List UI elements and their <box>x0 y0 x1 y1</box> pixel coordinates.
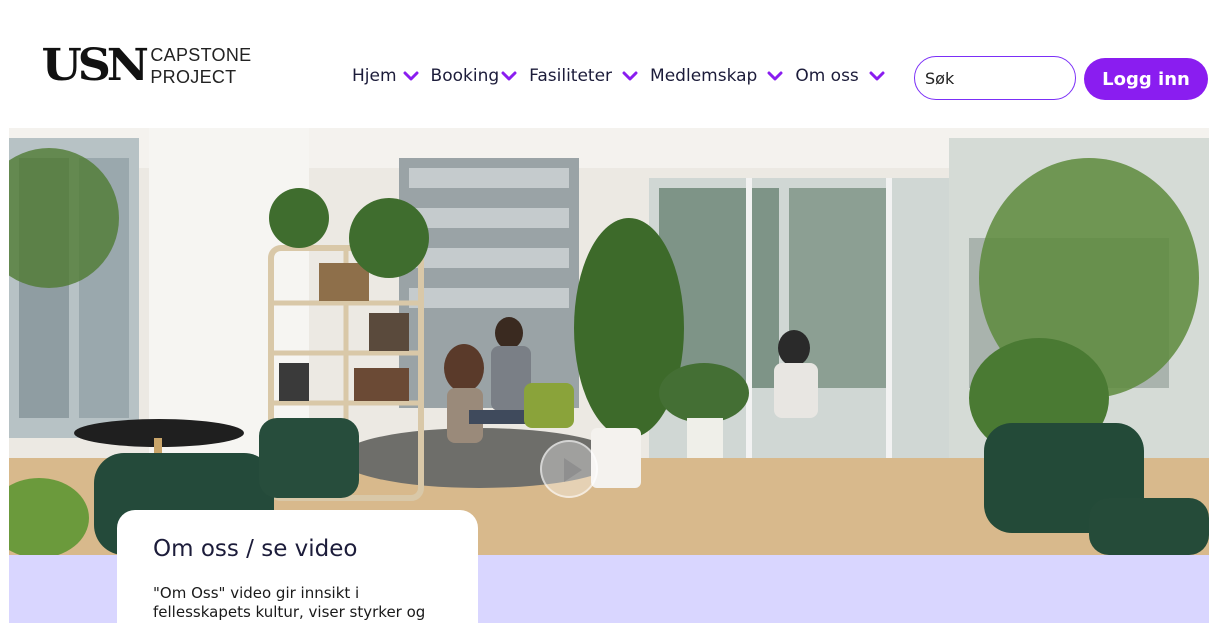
card-title: Om oss / se video <box>153 536 358 562</box>
logo-line-2: PROJECT <box>150 67 237 87</box>
nav-label: Booking <box>430 66 500 86</box>
logo-mark: USN <box>41 40 150 91</box>
nav-item-om-oss[interactable]: Om oss <box>795 66 885 86</box>
nav-label: Hjem <box>352 66 397 86</box>
card-text: "Om Oss" video gir innsikt i fellesskape… <box>153 584 426 621</box>
hero-image <box>9 128 1209 555</box>
logo-text: CAPSTONE PROJECT <box>150 44 251 88</box>
chevron-down-icon <box>767 70 783 82</box>
nav-label: Medlemskap <box>650 66 758 86</box>
chevron-down-icon <box>869 70 885 82</box>
nav-item-fasiliteter[interactable]: Fasiliteter <box>529 66 638 86</box>
chevron-down-icon <box>403 70 419 82</box>
nav-label: Om oss <box>795 66 859 86</box>
play-video-button[interactable] <box>540 440 598 498</box>
main-nav: Hjem Booking Fasiliteter Medlemskap Om o… <box>352 66 897 86</box>
login-button[interactable]: Logg inn <box>1084 58 1208 100</box>
chevron-down-icon <box>622 70 638 82</box>
about-card: Om oss / se video "Om Oss" video gir inn… <box>117 510 478 623</box>
search-input[interactable] <box>925 68 1065 88</box>
logo-line-1: CAPSTONE <box>150 45 252 65</box>
chevron-down-icon <box>501 70 517 82</box>
nav-item-medlemskap[interactable]: Medlemskap <box>650 66 783 86</box>
usn-logo[interactable]: USN CAPSTONE PROJECT <box>41 40 252 91</box>
search-box[interactable] <box>914 56 1076 100</box>
nav-item-hjem[interactable]: Hjem <box>352 66 419 86</box>
office-lounge-illustration <box>9 128 1209 555</box>
nav-item-booking[interactable]: Booking <box>431 66 518 86</box>
site-header: USN CAPSTONE PROJECT Hjem Booking Fasili… <box>0 0 1209 128</box>
nav-label: Fasiliteter <box>529 66 613 86</box>
